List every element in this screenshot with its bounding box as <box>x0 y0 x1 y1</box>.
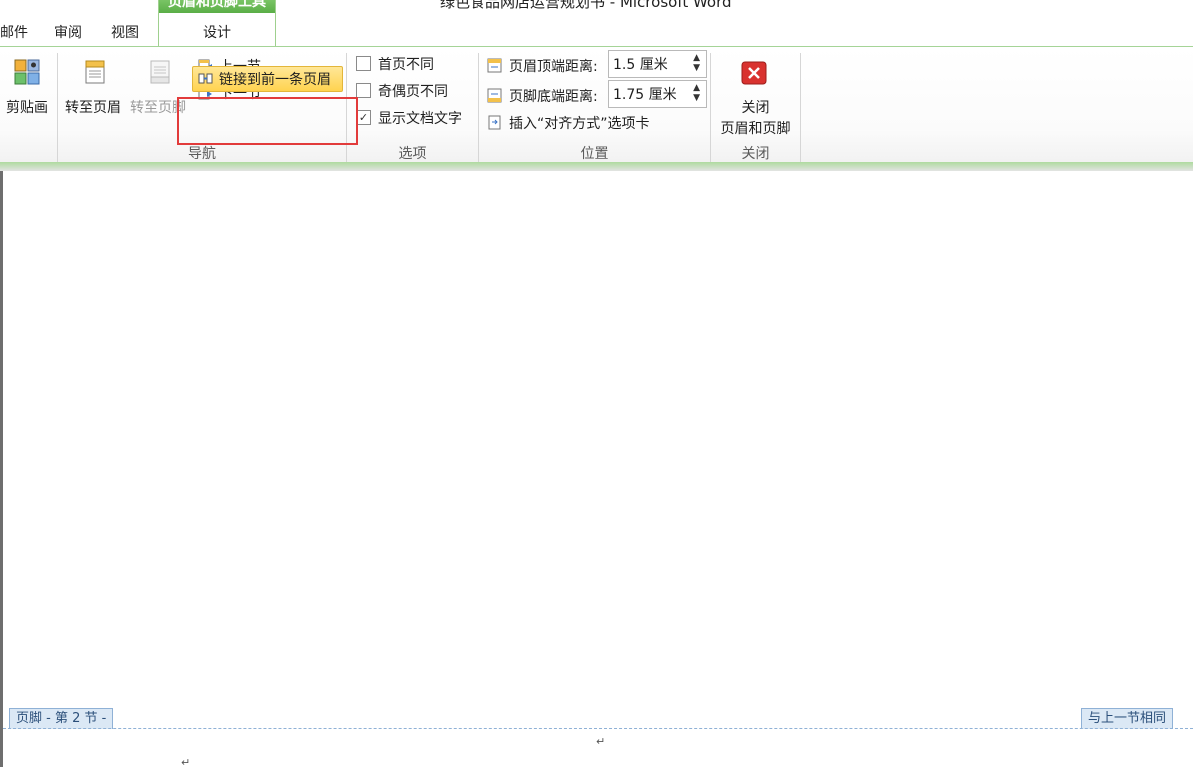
different-odd-even-checkbox[interactable] <box>356 83 371 98</box>
link-icon <box>198 73 213 84</box>
tab-review[interactable]: 审阅 <box>54 22 82 42</box>
show-document-text-checkbox[interactable]: ✓ <box>356 110 371 125</box>
title-bar: 绿色食品网店运营规划书 - Microsoft Word 邮件 审阅 视图 页眉… <box>0 0 1193 46</box>
footer-section-tag: 页脚 - 第 2 节 - <box>9 708 114 729</box>
tab-view[interactable]: 视图 <box>111 22 139 42</box>
footer-boundary-line <box>3 728 1193 729</box>
highlight-box <box>177 97 358 145</box>
tab-design[interactable]: 页眉和页脚工具 设计 <box>158 0 276 46</box>
paragraph-mark: ↵ <box>596 735 606 748</box>
document-area[interactable]: 页脚 - 第 2 节 - 与上一节相同 ↵ ↵ <box>0 171 1193 769</box>
paragraph-mark: ↵ <box>181 756 191 769</box>
tab-mailings[interactable]: 邮件 <box>0 22 28 42</box>
spinner-arrows-icon[interactable]: ▲ ▼ <box>693 83 700 103</box>
window-title: 绿色食品网店运营规划书 - Microsoft Word <box>440 0 732 11</box>
page-footer-icon <box>150 60 170 84</box>
close-label-line1: 关闭 <box>741 100 770 116</box>
link-to-previous-button[interactable]: 链接到前一条页眉 <box>192 66 343 92</box>
clip-art-icon <box>14 59 40 85</box>
close-label-line2: 页眉和页脚 <box>720 121 791 137</box>
different-first-page-label: 首页不同 <box>378 57 434 73</box>
spinner-arrows-icon[interactable]: ▲ ▼ <box>693 53 700 73</box>
footer-bottom-value: 1.75 厘米 <box>613 87 677 103</box>
footer-bottom-spinner[interactable]: 1.75 厘米 ▲ ▼ <box>608 80 707 108</box>
close-group-label: 关闭 <box>741 146 770 162</box>
link-to-previous-label: 链接到前一条页眉 <box>219 72 331 88</box>
different-odd-even-label: 奇偶页不同 <box>378 84 448 100</box>
ribbon-bottom-border <box>0 162 1193 171</box>
footer-bottom-label: 页脚底端距离: <box>509 89 598 105</box>
options-group-label: 选项 <box>398 146 427 162</box>
context-group-label: 页眉和页脚工具 <box>168 0 266 10</box>
position-group-label: 位置 <box>580 146 609 162</box>
header-top-value: 1.5 厘米 <box>613 57 668 73</box>
show-document-text-label: 显示文档文字 <box>378 111 462 127</box>
different-first-page-checkbox[interactable] <box>356 56 371 71</box>
close-icon <box>741 61 767 85</box>
context-group-header: 页眉和页脚工具 <box>159 0 275 13</box>
navigation-group-label: 导航 <box>188 146 216 162</box>
clip-art-label: 剪贴画 <box>6 100 48 116</box>
alignment-tab-icon <box>488 115 501 130</box>
footer-distance-icon <box>487 88 502 103</box>
same-as-previous-tag: 与上一节相同 <box>1081 708 1174 729</box>
header-top-spinner[interactable]: 1.5 厘米 ▲ ▼ <box>608 50 707 78</box>
separator <box>800 53 801 163</box>
header-top-label: 页眉顶端距离: <box>509 59 598 75</box>
page-left-edge <box>0 171 3 767</box>
page-header-icon <box>85 60 105 84</box>
tab-design-label: 设计 <box>203 25 231 41</box>
insert-alignment-tab-label: 插入“对齐方式”选项卡 <box>509 116 650 132</box>
header-distance-icon <box>487 58 502 73</box>
goto-header-label: 转至页眉 <box>65 100 121 116</box>
